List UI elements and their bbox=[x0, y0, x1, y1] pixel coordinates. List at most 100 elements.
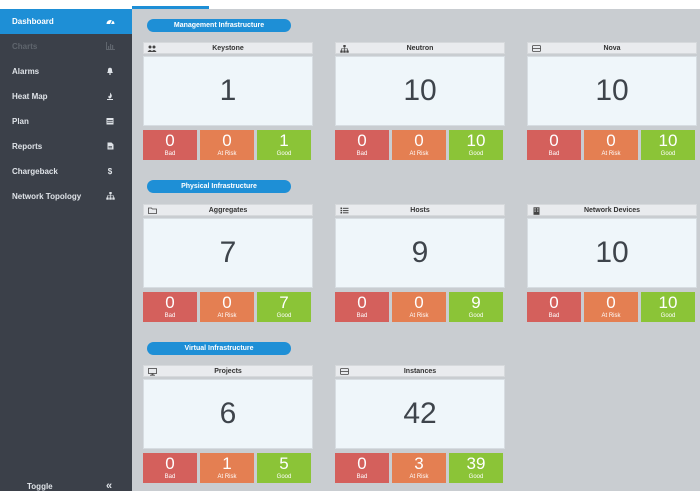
good-count: 10 bbox=[466, 131, 486, 150]
bad-status-tile[interactable]: 0 Bad bbox=[527, 130, 581, 160]
sidebar-item-plan[interactable]: Plan bbox=[0, 109, 132, 134]
at-risk-label: At Risk bbox=[409, 474, 429, 480]
card-title: Keystone bbox=[212, 44, 244, 52]
card-header: Instances bbox=[335, 365, 505, 377]
bad-label: Bad bbox=[548, 313, 560, 319]
card-total: 10 bbox=[335, 56, 505, 126]
card-header: Hosts bbox=[335, 204, 505, 216]
bad-count: 0 bbox=[549, 131, 559, 150]
good-label: Good bbox=[468, 313, 484, 319]
good-status-tile[interactable]: 10 Good bbox=[641, 292, 695, 322]
bad-status-tile[interactable]: 0 Bad bbox=[335, 453, 389, 483]
sidebar-item-label: Dashboard bbox=[12, 17, 54, 26]
card-title: Network Devices bbox=[583, 206, 641, 214]
good-status-tile[interactable]: 10 Good bbox=[449, 130, 503, 160]
topology-icon bbox=[103, 191, 117, 202]
double-chevron-left-icon: « bbox=[106, 480, 113, 491]
top-bar bbox=[0, 0, 700, 9]
card-title: Aggregates bbox=[208, 206, 248, 214]
at-risk-count: 0 bbox=[222, 293, 232, 312]
report-icon bbox=[103, 142, 117, 152]
bad-status-tile[interactable]: 0 Bad bbox=[335, 130, 389, 160]
at-risk-label: At Risk bbox=[217, 474, 237, 480]
good-status-tile[interactable]: 5 Good bbox=[257, 453, 311, 483]
dashboard-main: Management Infrastructure Physical Infra… bbox=[132, 9, 700, 491]
section-header-management: Management Infrastructure bbox=[147, 19, 291, 32]
at-risk-status-tile[interactable]: 0 At Risk bbox=[200, 292, 254, 322]
good-label: Good bbox=[276, 474, 292, 480]
users-icon bbox=[147, 44, 157, 53]
good-count: 5 bbox=[279, 454, 289, 473]
card-title: Hosts bbox=[410, 206, 430, 214]
bad-status-tile[interactable]: 0 Bad bbox=[143, 130, 197, 160]
at-risk-label: At Risk bbox=[601, 313, 621, 319]
card-header: Nova bbox=[527, 42, 697, 54]
section-header-virtual: Virtual Infrastructure bbox=[147, 342, 291, 355]
at-risk-status-tile[interactable]: 0 At Risk bbox=[584, 292, 638, 322]
sidebar-item-dashboard[interactable]: Dashboard bbox=[0, 9, 132, 34]
card-total: 6 bbox=[143, 379, 313, 449]
card-title: Nova bbox=[603, 44, 621, 52]
good-count: 1 bbox=[279, 131, 289, 150]
card-title: Instances bbox=[403, 367, 437, 375]
sidebar-item-reports[interactable]: Reports bbox=[0, 134, 132, 159]
card-header: Network Devices bbox=[527, 204, 697, 216]
good-status-tile[interactable]: 10 Good bbox=[641, 130, 695, 160]
at-risk-status-tile[interactable]: 0 At Risk bbox=[584, 130, 638, 160]
sidebar-item-label: Charts bbox=[12, 42, 38, 51]
sidebar-toggle-button[interactable]: Toggle « bbox=[0, 475, 132, 491]
sidebar-item-alarms[interactable]: Alarms bbox=[0, 59, 132, 84]
at-risk-status-tile[interactable]: 3 At Risk bbox=[392, 453, 446, 483]
at-risk-count: 3 bbox=[414, 454, 424, 473]
at-risk-label: At Risk bbox=[217, 313, 237, 319]
toggle-label: Toggle bbox=[27, 481, 53, 491]
good-status-tile[interactable]: 39 Good bbox=[449, 453, 503, 483]
sidebar-item-network-topology[interactable]: Network Topology bbox=[0, 184, 132, 209]
sitemap-icon bbox=[339, 44, 349, 53]
good-count: 39 bbox=[466, 454, 486, 473]
sidebar-item-charts[interactable]: Charts bbox=[0, 34, 132, 59]
good-count: 10 bbox=[658, 131, 678, 150]
good-status-tile[interactable]: 1 Good bbox=[257, 130, 311, 160]
card-title: Projects bbox=[214, 367, 242, 375]
section-header-physical: Physical Infrastructure bbox=[147, 180, 291, 193]
folder-icon bbox=[147, 206, 157, 215]
sidebar-item-chargeback[interactable]: Chargeback $ bbox=[0, 159, 132, 184]
chart-bars-icon bbox=[103, 41, 117, 52]
at-risk-status-tile[interactable]: 1 At Risk bbox=[200, 453, 254, 483]
card-total: 9 bbox=[335, 218, 505, 288]
bad-status-tile[interactable]: 0 Bad bbox=[143, 453, 197, 483]
bad-label: Bad bbox=[164, 474, 176, 480]
bad-count: 0 bbox=[165, 454, 175, 473]
bad-status-tile[interactable]: 0 Bad bbox=[527, 292, 581, 322]
bad-label: Bad bbox=[548, 151, 560, 157]
card-header: Neutron bbox=[335, 42, 505, 54]
good-label: Good bbox=[468, 151, 484, 157]
card-total: 10 bbox=[527, 218, 697, 288]
good-label: Good bbox=[660, 313, 676, 319]
bad-count: 0 bbox=[165, 131, 175, 150]
bad-label: Bad bbox=[164, 151, 176, 157]
bell-icon bbox=[103, 67, 117, 77]
card-total: 42 bbox=[335, 379, 505, 449]
good-label: Good bbox=[468, 474, 484, 480]
at-risk-status-tile[interactable]: 0 At Risk bbox=[392, 292, 446, 322]
sidebar-item-label: Network Topology bbox=[12, 192, 82, 201]
bad-status-tile[interactable]: 0 Bad bbox=[143, 292, 197, 322]
bad-count: 0 bbox=[357, 454, 367, 473]
at-risk-status-tile[interactable]: 0 At Risk bbox=[392, 130, 446, 160]
bad-label: Bad bbox=[356, 151, 368, 157]
bad-status-tile[interactable]: 0 Bad bbox=[335, 292, 389, 322]
good-status-tile[interactable]: 7 Good bbox=[257, 292, 311, 322]
at-risk-label: At Risk bbox=[409, 151, 429, 157]
sidebar-item-label: Chargeback bbox=[12, 167, 58, 176]
card-total: 10 bbox=[527, 56, 697, 126]
sidebar-item-label: Plan bbox=[12, 117, 29, 126]
sidebar-item-heat-map[interactable]: Heat Map bbox=[0, 84, 132, 109]
bad-label: Bad bbox=[164, 313, 176, 319]
at-risk-status-tile[interactable]: 0 At Risk bbox=[200, 130, 254, 160]
card-header: Keystone bbox=[143, 42, 313, 54]
good-status-tile[interactable]: 9 Good bbox=[449, 292, 503, 322]
card-header: Projects bbox=[143, 365, 313, 377]
server-icon bbox=[339, 367, 349, 376]
